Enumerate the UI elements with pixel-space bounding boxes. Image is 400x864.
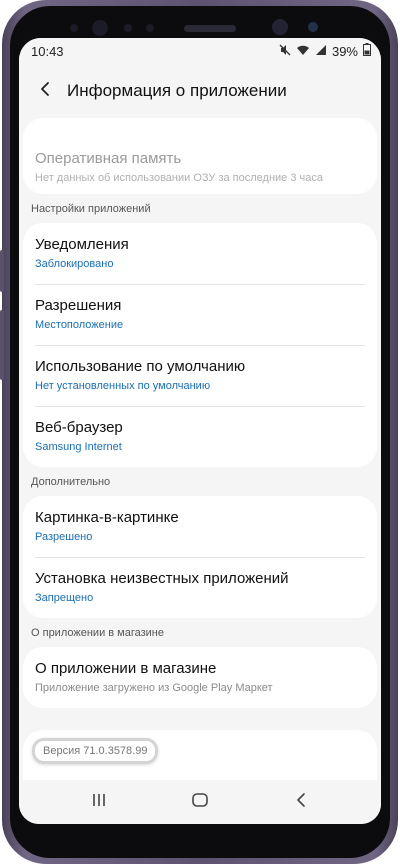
battery-icon [363,43,371,59]
home-icon [191,792,209,813]
home-button[interactable] [180,787,220,817]
camera-icon [272,19,288,35]
memory-item[interactable]: Оперативная память Нет данных об использ… [23,118,377,194]
wifi-icon [296,44,310,59]
section-header-advanced: Дополнительно [31,475,111,488]
bixby-button [0,310,4,380]
sensor-icon [146,24,154,32]
settings-content: Оперативная память Нет данных об использ… [19,118,381,708]
item-title: Веб-браузер [35,419,123,436]
item-subtitle: Местоположение [35,319,124,331]
section-header-app-settings: Настройки приложений [31,202,151,215]
sensor-icon [308,22,318,32]
item-subtitle: Приложение загружено из Google Play Марк… [35,682,273,694]
recents-button[interactable] [79,787,119,817]
nav-back-button[interactable] [281,787,321,817]
sensor-icon [124,24,132,32]
battery-percent: 39% [331,43,358,59]
version-label: Версия 71.0.3578.99 [32,738,159,764]
store-card: О приложении в магазине Приложение загру… [23,647,377,708]
navigation-bar [19,780,381,824]
mute-icon [279,44,291,59]
nav-back-icon [295,792,307,813]
default-usage-item[interactable]: Использование по умолчанию Нет установле… [23,345,377,406]
permissions-item[interactable]: Разрешения Местоположение [23,284,377,345]
item-title: Использование по умолчанию [35,358,246,375]
pip-item[interactable]: Картинка-в-картинке Разрешено [23,496,377,557]
version-area: Версия 71.0.3578.99 [23,730,377,780]
sensor-icon [70,24,78,32]
earpiece [184,25,236,32]
status-bar: 10:43 39% [19,38,381,64]
item-title: Установка неизвестных приложений [35,570,289,587]
app-bar: Информация о приложении [19,64,381,118]
item-title: Разрешения [35,297,122,314]
item-title: Уведомления [35,236,129,253]
notifications-item[interactable]: Уведомления Заблокировано [23,223,377,284]
item-title: Картинка-в-картинке [35,509,179,526]
iris-scanner-icon [92,20,108,36]
store-item[interactable]: О приложении в магазине Приложение загру… [23,647,377,708]
memory-card: Оперативная память Нет данных об использ… [23,118,377,194]
memory-title: Оперативная память [35,150,182,167]
volume-button [0,250,4,292]
page-title: Информация о приложении [67,81,287,100]
item-subtitle: Samsung Internet [35,441,122,453]
signal-icon [315,44,327,59]
screen: 10:43 39% Информация о приложении Операт… [19,38,381,824]
unknown-apps-item[interactable]: Установка неизвестных приложений Запреще… [23,557,377,618]
item-title: О приложении в магазине [35,660,217,677]
memory-subtitle: Нет данных об использовании ОЗУ за после… [35,172,323,184]
item-subtitle: Запрещено [35,592,94,604]
app-settings-card: Уведомления Заблокировано Разрешения Мес… [23,223,377,467]
status-icons: 39% [279,43,371,59]
item-subtitle: Заблокировано [35,258,114,270]
section-header-store: О приложении в магазине [31,626,164,639]
item-subtitle: Нет установленных по умолчанию [35,380,211,392]
web-browser-item[interactable]: Веб-браузер Samsung Internet [23,406,377,467]
item-subtitle: Разрешено [35,531,93,543]
back-button[interactable] [25,71,65,111]
status-time: 10:43 [31,44,64,59]
advanced-card: Картинка-в-картинке Разрешено Установка … [23,496,377,618]
recents-icon [91,793,107,812]
back-arrow-icon [38,81,52,102]
